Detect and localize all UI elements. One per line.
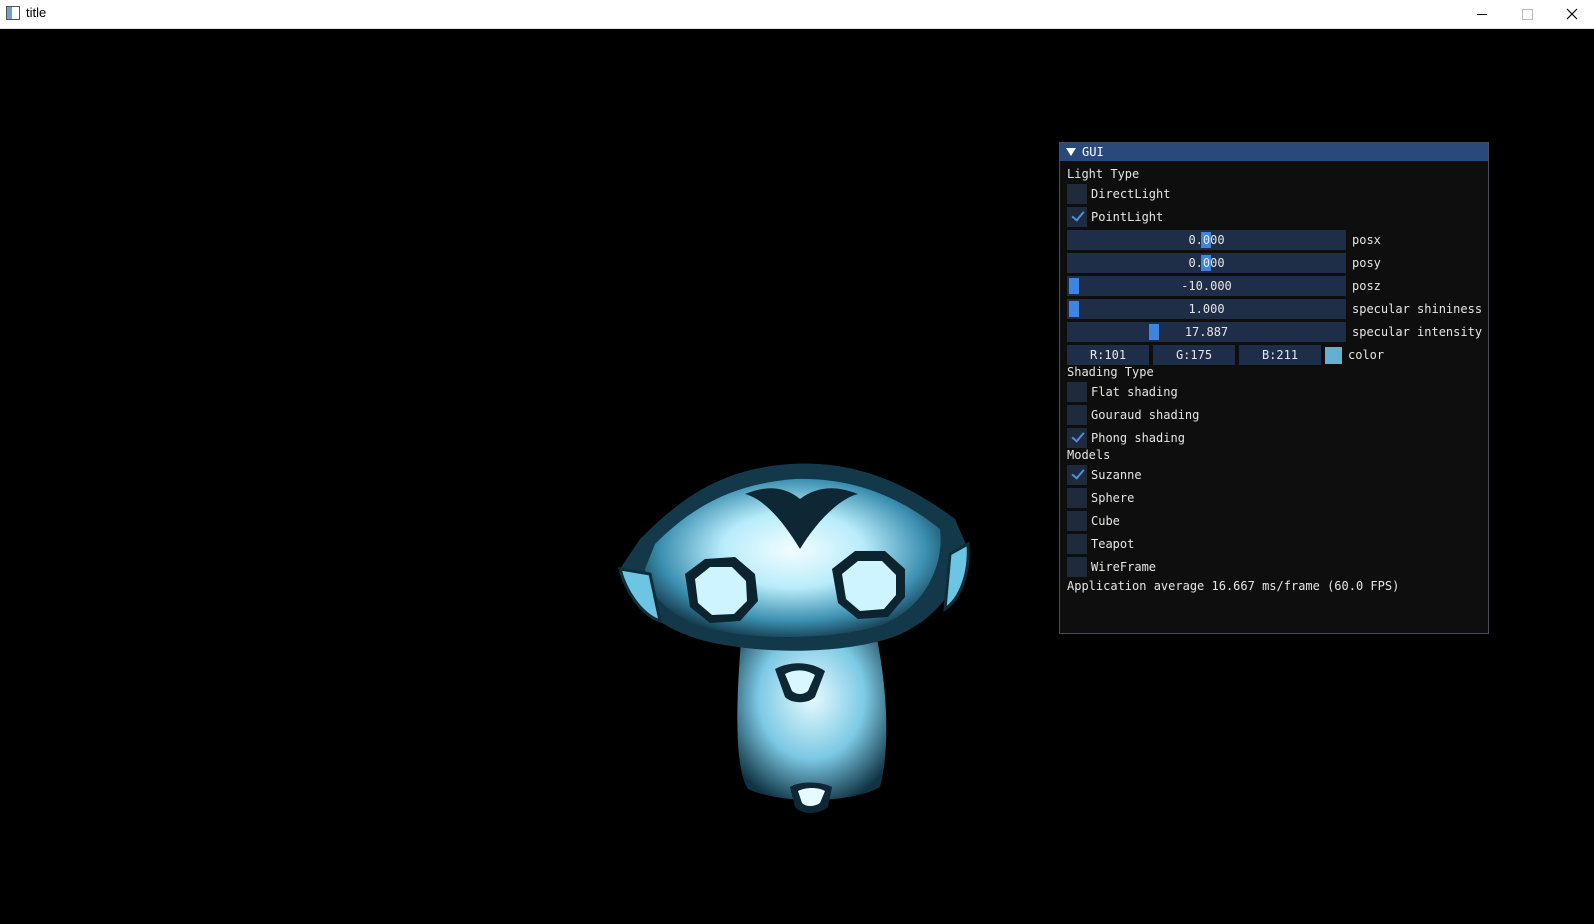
checkbox-cube[interactable]: Cube — [1067, 511, 1120, 531]
posy-slider[interactable]: 0.000 — [1067, 253, 1346, 273]
checkbox-box[interactable] — [1067, 184, 1087, 204]
specular-intensity-slider[interactable]: 17.887 — [1067, 322, 1346, 342]
checkbox-label: Phong shading — [1091, 431, 1185, 445]
slider-row-posy: 0.000 posy — [1067, 253, 1381, 273]
checkbox-label: PointLight — [1091, 210, 1164, 224]
color-g-field[interactable]: G:175 — [1153, 345, 1235, 365]
slider-grab[interactable] — [1149, 324, 1159, 340]
checkbox-label: Cube — [1091, 514, 1120, 528]
checkbox-box[interactable] — [1067, 428, 1087, 448]
slider-label: posy — [1352, 256, 1381, 270]
posx-slider[interactable]: 0.000 — [1067, 230, 1346, 250]
checkbox-box[interactable] — [1067, 207, 1087, 227]
specular-shininess-slider[interactable]: 1.000 — [1067, 299, 1346, 319]
slider-value: 1.000 — [1188, 302, 1225, 316]
slider-row-posz: -10.000 posz — [1067, 276, 1381, 296]
slider-value: 0.000 — [1188, 256, 1225, 270]
slider-row-specular-shininess: 1.000 specular shininess — [1067, 299, 1482, 319]
slider-value: 17.887 — [1184, 325, 1229, 339]
checkbox-gouraud-shading[interactable]: Gouraud shading — [1067, 405, 1199, 425]
app-icon — [6, 6, 20, 20]
slider-value: -10.000 — [1181, 279, 1232, 293]
window-titlebar: title — [0, 0, 1594, 29]
minimize-button[interactable] — [1460, 0, 1504, 28]
slider-label: posx — [1352, 233, 1381, 247]
close-button[interactable] — [1550, 0, 1594, 28]
color-b-field[interactable]: B:211 — [1239, 345, 1321, 365]
checkbox-label: Flat shading — [1091, 385, 1178, 399]
slider-row-specular-intensity: 17.887 specular intensity — [1067, 322, 1482, 342]
checkbox-label: DirectLight — [1091, 187, 1171, 201]
maximize-icon — [1521, 8, 1533, 20]
checkmark-icon — [1070, 428, 1085, 443]
slider-value: 0.000 — [1188, 233, 1225, 247]
gui-panel[interactable]: GUI Light Type DirectLight PointLight 0.… — [1059, 142, 1489, 634]
slider-label: specular intensity — [1352, 325, 1483, 339]
checkbox-label: Sphere — [1091, 491, 1135, 505]
checkbox-box[interactable] — [1067, 534, 1087, 554]
posz-slider[interactable]: -10.000 — [1067, 276, 1346, 296]
checkbox-teapot[interactable]: Teapot — [1067, 534, 1134, 554]
checkbox-box[interactable] — [1067, 382, 1087, 402]
checkbox-wireframe[interactable]: WireFrame — [1067, 557, 1156, 577]
color-edit-row: R:101 G:175 B:211 color — [1067, 345, 1384, 365]
checkbox-box[interactable] — [1067, 488, 1087, 508]
slider-grab[interactable] — [1069, 278, 1079, 294]
shading-type-label: Shading Type — [1067, 365, 1154, 379]
checkbox-suzanne[interactable]: Suzanne — [1067, 465, 1142, 485]
close-icon — [1566, 8, 1578, 20]
checkbox-label: Teapot — [1091, 537, 1135, 551]
checkbox-label: Suzanne — [1091, 468, 1142, 482]
color-swatch[interactable] — [1325, 346, 1342, 364]
slider-label: posz — [1352, 279, 1381, 293]
collapse-triangle-icon[interactable] — [1066, 148, 1076, 156]
checkbox-flat-shading[interactable]: Flat shading — [1067, 382, 1178, 402]
slider-label: specular shininess — [1352, 302, 1483, 316]
slider-row-posx: 0.000 posx — [1067, 230, 1381, 250]
checkbox-label: Gouraud shading — [1091, 408, 1200, 422]
checkbox-sphere[interactable]: Sphere — [1067, 488, 1134, 508]
checkbox-pointlight[interactable]: PointLight — [1067, 207, 1163, 227]
checkbox-box[interactable] — [1067, 557, 1087, 577]
checkbox-phong-shading[interactable]: Phong shading — [1067, 428, 1185, 448]
checkbox-box[interactable] — [1067, 465, 1087, 485]
maximize-button[interactable] — [1505, 0, 1549, 28]
fps-readout: Application average 16.667 ms/frame (60.… — [1067, 579, 1400, 593]
gui-panel-title: GUI — [1082, 145, 1104, 159]
checkbox-label: WireFrame — [1091, 560, 1157, 574]
models-label: Models — [1067, 448, 1111, 462]
checkbox-box[interactable] — [1067, 405, 1087, 425]
minimize-icon — [1477, 13, 1487, 15]
window-title: title — [26, 5, 47, 20]
light-type-label: Light Type — [1067, 167, 1140, 181]
slider-grab[interactable] — [1069, 301, 1079, 317]
checkbox-box[interactable] — [1067, 511, 1087, 531]
checkmark-icon — [1070, 465, 1085, 480]
checkmark-icon — [1070, 207, 1085, 222]
color-label: color — [1348, 348, 1385, 362]
checkbox-directlight[interactable]: DirectLight — [1067, 184, 1170, 204]
color-r-field[interactable]: R:101 — [1067, 345, 1149, 365]
gui-panel-header[interactable]: GUI — [1060, 143, 1488, 161]
